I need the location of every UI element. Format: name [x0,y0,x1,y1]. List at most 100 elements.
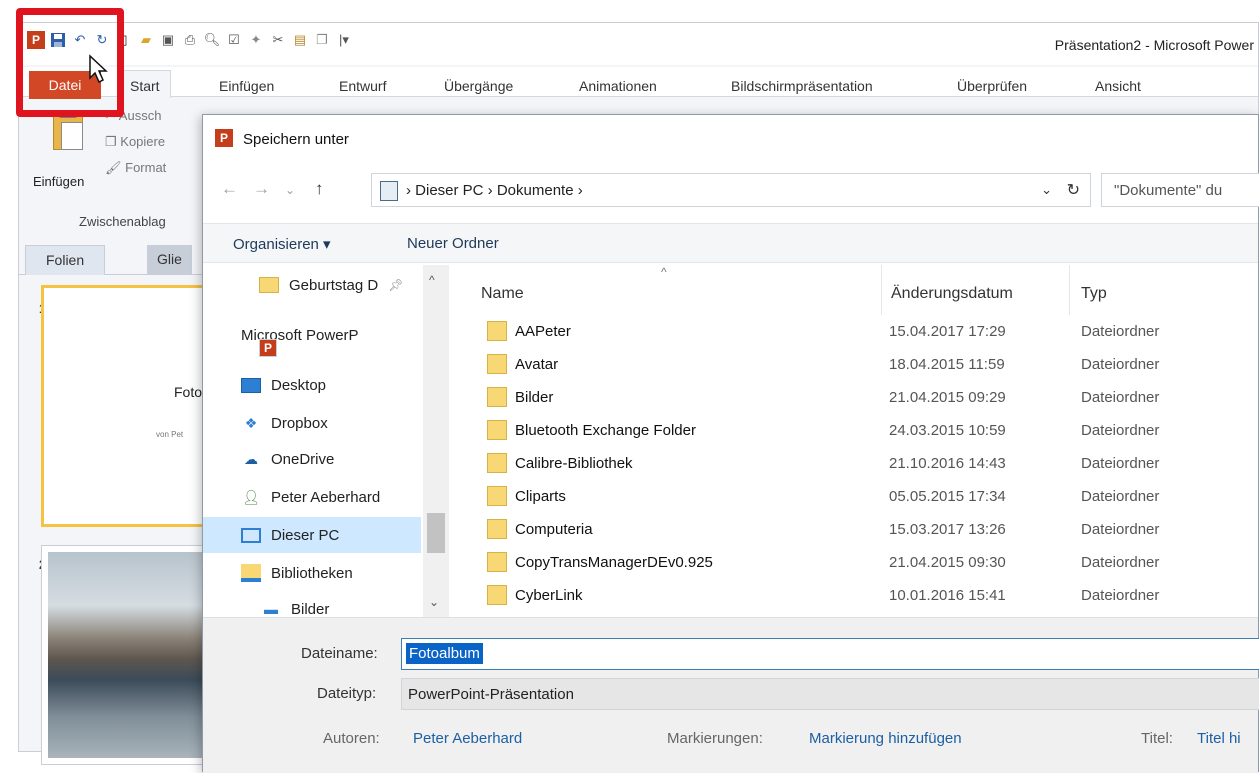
chevron-down-icon[interactable]: ⌄ [1041,182,1052,198]
window-title: Präsentation2 - Microsoft Power [1054,37,1254,53]
scroll-up-icon[interactable]: ^ [429,273,435,287]
copy-icon[interactable]: ❐ [313,31,331,49]
cut-icon[interactable]: ✂ [269,31,287,49]
recent-locations-icon[interactable]: ⌄ [285,183,295,197]
tab-folien[interactable]: Folien [25,245,106,275]
nav-item-desktop[interactable]: Desktop [241,367,441,403]
filetype-label: Dateityp: [317,685,377,702]
tab-entwurf[interactable]: Entwurf [339,78,386,94]
slide-thumbnail-2[interactable] [41,545,211,765]
tab-gliederung[interactable]: Glie [147,245,192,275]
tab-ansicht[interactable]: Ansicht [1095,78,1141,94]
nav-item-user[interactable]: 👤︎ Peter Aeberhard [241,479,441,515]
customize-icon[interactable]: |▾ [335,31,353,49]
nav-label: Bilder [291,600,330,618]
format-painter-button[interactable]: 🖌︎ Format [105,160,166,176]
forward-arrow-icon[interactable]: → [253,179,270,199]
authors-value[interactable]: Peter Aeberhard [413,730,522,747]
slide-photo [48,552,206,758]
slide-title: Foto [174,384,203,400]
desktop-icon [241,377,261,393]
file-name: CyberLink [515,587,583,604]
nav-item-dropbox[interactable]: ❖ Dropbox [241,405,441,441]
list-item[interactable]: AAPeter 15.04.2017 17:29 Dateiordner [479,315,1258,348]
folder-icon [487,453,507,473]
tab-start[interactable]: Start [119,70,171,98]
nav-item-powerpoint[interactable]: P Microsoft PowerP [241,317,441,357]
file-date: 15.04.2017 17:29 [889,323,1006,340]
organize-button[interactable]: Organisieren ▾ [233,235,331,253]
refresh-icon[interactable]: ↻ [1067,180,1080,200]
tab-bildschirmpraesentation[interactable]: Bildschirmpräsentation [731,78,873,94]
folder-icon [487,420,507,440]
search-placeholder: "Dokumente" du [1114,182,1223,199]
file-name: Computeria [515,521,593,538]
list-item[interactable]: Cliparts 05.05.2015 17:34 Dateiordner [479,480,1258,513]
save-as-dialog: P Speichern unter ← → ⌄ ↑ › Dieser PC › … [202,114,1259,773]
filetype-select[interactable]: PowerPoint-Präsentation [401,678,1259,710]
navigation-scrollbar[interactable]: ^ ⌄ [423,265,449,617]
nav-item-onedrive[interactable]: ☁ OneDrive [241,441,441,477]
file-date: 18.04.2015 11:59 [889,356,1005,373]
up-arrow-icon[interactable]: ↑ [315,179,324,199]
list-item[interactable]: Computeria 15.03.2017 13:26 Dateiordner [479,513,1258,546]
tab-uebergaenge[interactable]: Übergänge [444,78,513,94]
publish-icon[interactable]: ▣ [159,31,177,49]
animation-icon[interactable]: ✦ [247,31,265,49]
list-item[interactable]: Bluetooth Exchange Folder 24.03.2015 10:5… [479,414,1258,447]
open-icon[interactable]: ▰ [137,31,155,49]
paste-button[interactable]: Einfügen [33,174,84,189]
paste-icon[interactable]: ▤ [291,31,309,49]
column-divider[interactable] [1069,265,1070,315]
nav-label: OneDrive [271,450,335,468]
list-item[interactable]: Calibre-Bibliothek 21.10.2016 14:43 Dateio… [479,447,1258,480]
file-date: 05.05.2015 17:34 [889,488,1006,505]
new-folder-button[interactable]: Neuer Ordner [407,235,499,252]
back-arrow-icon[interactable]: ← [221,179,238,199]
title-field[interactable]: Titel hi [1197,730,1241,747]
nav-label: Dieser PC [271,526,340,544]
list-item[interactable]: CopyTransManagerDEv0.925 21.04.2015 09:30… [479,546,1258,579]
pin-icon[interactable]: 📌︎ [388,278,403,292]
copy-button[interactable]: ❐ Kopiere [105,134,165,150]
cut-label: Aussch [118,108,162,123]
list-item[interactable]: Avatar 18.04.2015 11:59 Dateiordner [479,348,1258,381]
quick-access-toolbar: P ↶ ↻ ▯ ▰ ▣ ⎙ 🔍︎ ☑ ✦ ✂ ▤ ❐ |▾ Präsentati… [19,23,1258,65]
pictures-icon: ▬ [264,601,278,617]
breadcrumb[interactable]: › Dieser PC › Dokumente › [406,182,583,199]
column-divider[interactable] [881,265,882,315]
folder-icon [487,321,507,341]
tags-field[interactable]: Markierung hinzufügen [809,730,962,747]
print-preview-icon[interactable]: 🔍︎ [203,31,221,49]
slide-subtitle: von Pet [156,430,184,439]
list-item[interactable]: CyberLink 10.01.2016 15:41 Dateiordner [479,579,1258,612]
powerpoint-icon: P [259,339,277,357]
tab-animationen[interactable]: Animationen [579,78,657,94]
search-input[interactable]: "Dokumente" du [1101,173,1259,207]
libraries-icon [241,564,261,582]
print-icon[interactable]: ⎙ [181,31,199,49]
copy-label: Kopiere [120,134,166,149]
format-label: Format [125,160,167,175]
documents-icon [380,181,398,201]
tab-einfuegen[interactable]: Einfügen [219,78,274,94]
column-header-date[interactable]: Änderungsdatum [891,285,1013,303]
scrollbar-thumb[interactable] [427,513,445,553]
nav-item-dieser-pc[interactable]: Dieser PC [203,517,421,553]
nav-label: Peter Aeberhard [271,488,381,506]
list-item[interactable]: Bilder 21.04.2015 09:29 Dateiordner [479,381,1258,414]
spelling-icon[interactable]: ☑ [225,31,243,49]
filename-field[interactable]: Fotoalbum [401,638,1259,670]
nav-label: Dropbox [271,414,328,432]
scroll-down-icon[interactable]: ⌄ [429,595,439,609]
column-header-type[interactable]: Typ [1081,285,1107,303]
slide-thumbnail-1[interactable]: Foto von Pet [41,285,211,527]
tab-ueberpruefen[interactable]: Überprüfen [957,78,1027,94]
file-date: 21.04.2015 09:30 [889,554,1006,571]
file-date: 24.03.2015 10:59 [889,422,1006,439]
file-name: Avatar [515,356,559,373]
address-bar[interactable]: › Dieser PC › Dokumente › ⌄ ↻ [371,173,1091,207]
column-header-name[interactable]: Name [481,285,524,303]
nav-item-bibliotheken[interactable]: Bibliotheken [241,555,441,591]
navigation-bar: ← → ⌄ ↑ › Dieser PC › Dokumente › ⌄ ↻ "D… [203,169,1259,209]
